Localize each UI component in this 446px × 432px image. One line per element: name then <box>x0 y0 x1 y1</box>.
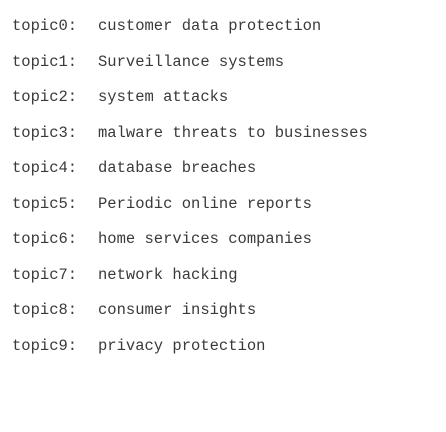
topic-row-7: topic7: network hacking <box>12 262 368 298</box>
topic-key: topic2: <box>12 88 78 106</box>
topic-value: Periodic online reports <box>98 194 312 213</box>
topic-value: Surveillance systems <box>98 52 285 71</box>
topic-key: topic1: <box>12 52 78 71</box>
topic-value: consumer insights <box>98 301 257 319</box>
topic-row-6: topic6: home services companies <box>12 226 368 262</box>
topic-row-2: topic2: system attacks <box>12 84 368 120</box>
topic-value: malware threats to businesses <box>98 123 368 142</box>
topic-key: topic5: <box>12 194 78 213</box>
topic-value: home services companies <box>98 230 312 248</box>
topic-key: topic4: <box>12 159 78 177</box>
topic-row-3: topic3: malware threats to businesses <box>12 120 368 156</box>
topic-value: customer data protection <box>98 17 322 35</box>
topic-key: topic7: <box>12 265 78 284</box>
topic-list: topic0: customer data protection topic1:… <box>12 13 368 368</box>
topic-key: topic9: <box>12 336 78 355</box>
topic-value: network hacking <box>98 265 238 284</box>
topic-row-8: topic8: consumer insights <box>12 297 368 333</box>
topic-key: topic0: <box>12 17 78 35</box>
topic-value: database breaches <box>98 159 257 177</box>
topic-value: system attacks <box>98 88 229 106</box>
topic-row-0: topic0: customer data protection <box>12 13 368 49</box>
topic-key: topic8: <box>12 301 78 319</box>
topic-row-1: topic1: Surveillance systems <box>12 49 368 85</box>
topic-row-5: topic5: Periodic online reports <box>12 191 368 227</box>
topic-key: topic3: <box>12 123 78 142</box>
topic-row-9: topic9: privacy protection <box>12 333 368 369</box>
topic-key: topic6: <box>12 230 78 248</box>
topic-value: privacy protection <box>98 336 266 355</box>
topic-row-4: topic4: database breaches <box>12 155 368 191</box>
